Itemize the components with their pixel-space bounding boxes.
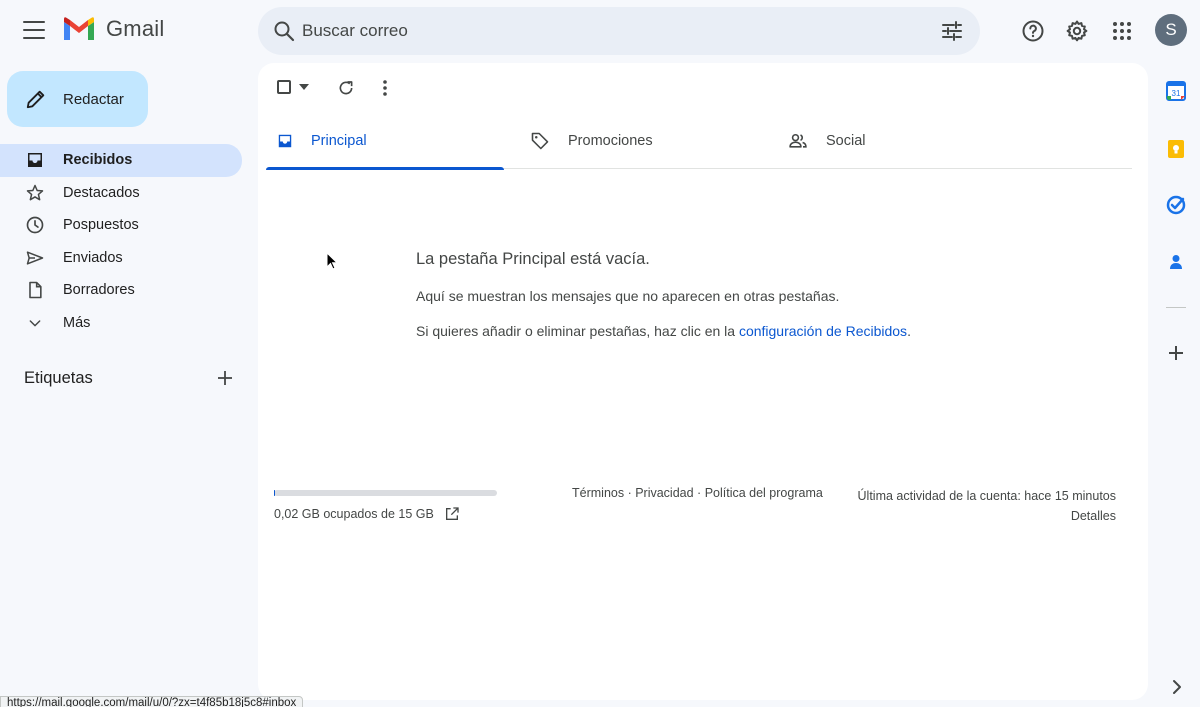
open-external-icon[interactable] [444, 506, 460, 522]
tab-social[interactable]: Social [778, 113, 1016, 168]
refresh-icon[interactable] [337, 79, 355, 97]
labels-header: Etiquetas [24, 366, 234, 390]
sidebar-item-label: Destacados [63, 184, 140, 201]
mouse-cursor-icon [326, 252, 338, 270]
settings-gear-icon[interactable] [1065, 19, 1089, 43]
people-icon [789, 133, 807, 148]
empty-state-hint: Si quieres añadir o eliminar pestañas, h… [416, 323, 911, 339]
compose-label: Redactar [63, 90, 124, 108]
gmail-m-icon [64, 17, 94, 40]
star-icon [25, 183, 45, 203]
calendar-icon[interactable]: 31 [1166, 81, 1186, 106]
gmail-logo[interactable]: Gmail [62, 16, 164, 42]
sidebar-item-starred[interactable]: Destacados [0, 177, 242, 210]
search-icon[interactable] [272, 19, 296, 43]
program-policy-link[interactable]: Política del programa [705, 486, 823, 500]
separator: · [693, 486, 705, 500]
empty-state-description: Aquí se muestran los mensajes que no apa… [416, 288, 840, 304]
select-all-checkbox[interactable] [277, 80, 309, 94]
tab-promociones[interactable]: Promociones [522, 113, 760, 168]
inbox-settings-link[interactable]: configuración de Recibidos [739, 323, 907, 339]
search-input[interactable] [302, 19, 902, 43]
sidebar-item-label: Pospuestos [63, 217, 139, 234]
tab-label: Principal [311, 132, 367, 149]
calendar-day-label: 31 [1172, 89, 1181, 98]
sidebar-nav: Recibidos Destacados Pospuestos Enviados… [0, 144, 242, 339]
sidebar-item-sent[interactable]: Enviados [0, 242, 242, 275]
terms-link[interactable]: Términos [572, 486, 624, 500]
tab-principal[interactable]: Principal [266, 113, 504, 170]
empty-state-title: La pestaña Principal está vacía. [416, 250, 650, 268]
sidebar-item-label: Recibidos [63, 152, 133, 169]
help-icon[interactable] [1021, 19, 1045, 43]
sidebar-item-inbox[interactable]: Recibidos [0, 144, 242, 177]
main-panel: Principal Promociones Social La pestaña … [258, 63, 1148, 700]
get-addons-plus-icon[interactable] [1166, 343, 1186, 363]
inbox-icon [25, 150, 45, 170]
empty-state: La pestaña Principal está vacía. Aquí se… [416, 250, 911, 339]
apps-grid-icon[interactable] [1110, 19, 1134, 43]
side-panel-divider [1166, 307, 1186, 308]
tasks-icon[interactable] [1166, 195, 1186, 220]
add-label-icon[interactable] [216, 369, 234, 387]
compose-button[interactable]: Redactar [7, 71, 148, 127]
hint-prefix: Si quieres añadir o eliminar pestañas, h… [416, 323, 739, 339]
checkbox-icon [277, 80, 291, 94]
sidebar-item-more[interactable]: Más [0, 307, 242, 340]
sidebar-item-drafts[interactable]: Borradores [0, 274, 242, 307]
chevron-down-icon [25, 313, 45, 333]
account-avatar[interactable]: S [1155, 14, 1187, 46]
last-activity-text: Última actividad de la cuenta: hace 15 m… [857, 489, 1116, 503]
pencil-icon [26, 90, 45, 109]
sidebar-item-snoozed[interactable]: Pospuestos [0, 209, 242, 242]
send-icon [25, 248, 45, 268]
footer-links: Términos · Privacidad · Política del pro… [572, 486, 823, 500]
activity-details-link[interactable]: Detalles [858, 506, 1116, 526]
sidebar-item-label: Enviados [63, 249, 123, 266]
storage-bar [274, 490, 497, 496]
search-options-icon[interactable] [940, 19, 964, 43]
separator: · [624, 486, 636, 500]
account-activity: Última actividad de la cuenta: hace 15 m… [858, 486, 1116, 526]
caret-down-icon[interactable] [299, 84, 309, 90]
tag-icon [531, 132, 549, 149]
tab-label: Social [826, 132, 866, 149]
draft-icon [25, 280, 45, 300]
labels-title: Etiquetas [24, 368, 93, 387]
storage-text: 0,02 GB ocupados de 15 GB [274, 507, 434, 521]
more-options-icon[interactable] [382, 79, 388, 97]
top-header: Gmail S [0, 0, 1200, 62]
sidebar-item-label: Más [63, 314, 91, 331]
search-bar [258, 7, 980, 55]
storage-text-row: 0,02 GB ocupados de 15 GB [274, 506, 497, 522]
inbox-icon [278, 134, 292, 147]
chevron-right-icon[interactable] [1170, 679, 1184, 695]
sidebar-item-label: Borradores [63, 282, 135, 299]
category-tabs: Principal Promociones Social [266, 113, 1132, 170]
hint-suffix: . [907, 323, 911, 339]
tab-label: Promociones [568, 132, 653, 149]
privacy-link[interactable]: Privacidad [635, 486, 693, 500]
clock-icon [25, 215, 45, 235]
app-name: Gmail [106, 16, 165, 41]
link-status-bar: https://mail.google.com/mail/u/0/?zx=t4f… [0, 696, 304, 707]
main-menu-icon[interactable] [23, 21, 45, 39]
keep-icon[interactable] [1166, 139, 1186, 164]
contacts-icon[interactable] [1166, 252, 1186, 277]
storage-info: 0,02 GB ocupados de 15 GB [274, 490, 497, 522]
